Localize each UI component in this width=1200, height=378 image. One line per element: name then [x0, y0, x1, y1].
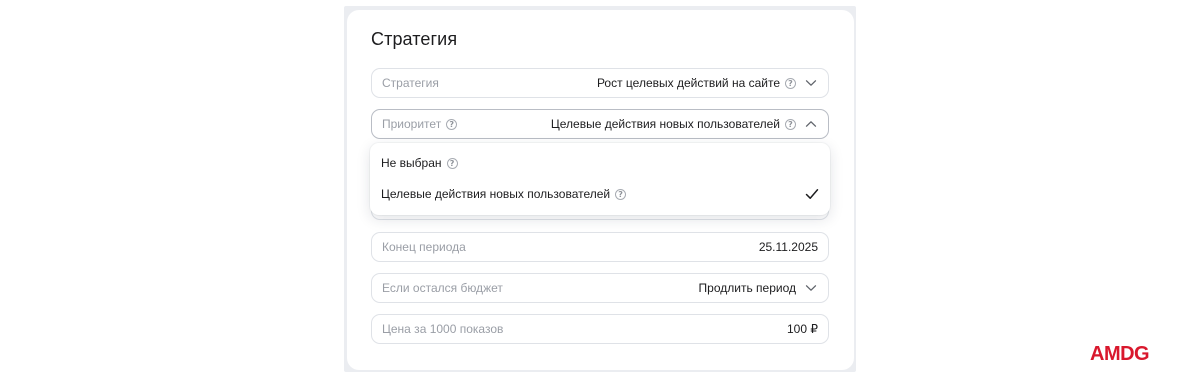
priority-value-wrap: Целевые действия новых пользователей ?	[551, 117, 818, 131]
price-per-1000-label: Цена за 1000 показов	[382, 322, 504, 336]
help-icon[interactable]: ?	[446, 157, 458, 169]
price-per-1000-input[interactable]: Цена за 1000 показов 100 ₽	[371, 314, 829, 344]
chevron-up-icon	[804, 117, 818, 131]
end-period-label: Конец периода	[382, 240, 466, 254]
screenshot-stage: Стратегия Стратегия Рост целевых действи…	[0, 0, 1200, 378]
strategy-value: Рост целевых действий на сайте	[596, 76, 780, 90]
budget-left-value-wrap: Продлить период	[699, 281, 818, 295]
end-period-value: 25.11.2025	[758, 240, 818, 254]
option-label: Не выбран	[381, 156, 442, 170]
help-icon[interactable]: ?	[785, 77, 796, 89]
strategy-select[interactable]: Стратегия Рост целевых действий на сайте…	[371, 68, 829, 98]
price-per-1000-value: 100 ₽	[787, 322, 818, 336]
help-icon[interactable]: ?	[446, 118, 458, 130]
help-icon[interactable]: ?	[785, 118, 796, 130]
dropdown-option-not-selected[interactable]: Не выбран ?	[381, 152, 820, 174]
end-period-field[interactable]: Конец периода 25.11.2025	[371, 232, 829, 262]
priority-dropdown: Не выбран ? Целевые действия новых польз…	[370, 143, 830, 215]
option-label: Целевые действия новых пользователей	[381, 187, 611, 201]
brand-logo: AMDG	[1090, 343, 1150, 365]
priority-value: Целевые действия новых пользователей	[550, 117, 780, 131]
priority-label: Приоритет	[382, 117, 442, 131]
help-icon[interactable]: ?	[615, 188, 627, 200]
budget-left-select[interactable]: Если остался бюджет Продлить период	[371, 273, 829, 303]
strategy-label: Стратегия	[382, 76, 439, 90]
dropdown-option-new-users[interactable]: Целевые действия новых пользователей ?	[381, 183, 820, 205]
chevron-down-icon	[804, 281, 818, 295]
strategy-value-wrap: Рост целевых действий на сайте ?	[597, 76, 818, 90]
checkmark-icon	[804, 186, 820, 202]
priority-label-wrap: Приоритет ?	[382, 117, 458, 131]
budget-left-value: Продлить период	[698, 281, 796, 295]
card-title: Стратегия	[371, 29, 458, 49]
priority-select[interactable]: Приоритет ? Целевые действия новых польз…	[371, 109, 829, 139]
budget-left-label: Если остался бюджет	[382, 281, 503, 295]
chevron-down-icon	[804, 76, 818, 90]
